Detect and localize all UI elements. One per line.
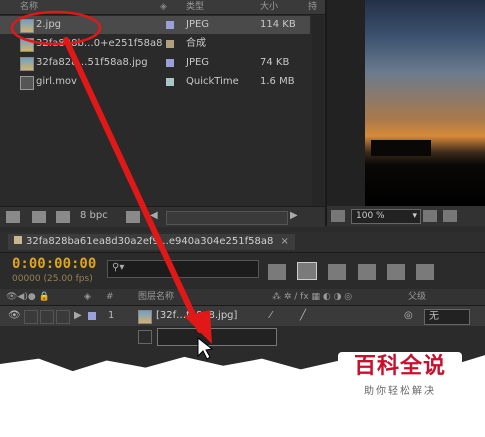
highlight-circle <box>10 10 102 46</box>
annotation-overlay <box>10 10 214 360</box>
arrow-shaft <box>63 37 203 333</box>
